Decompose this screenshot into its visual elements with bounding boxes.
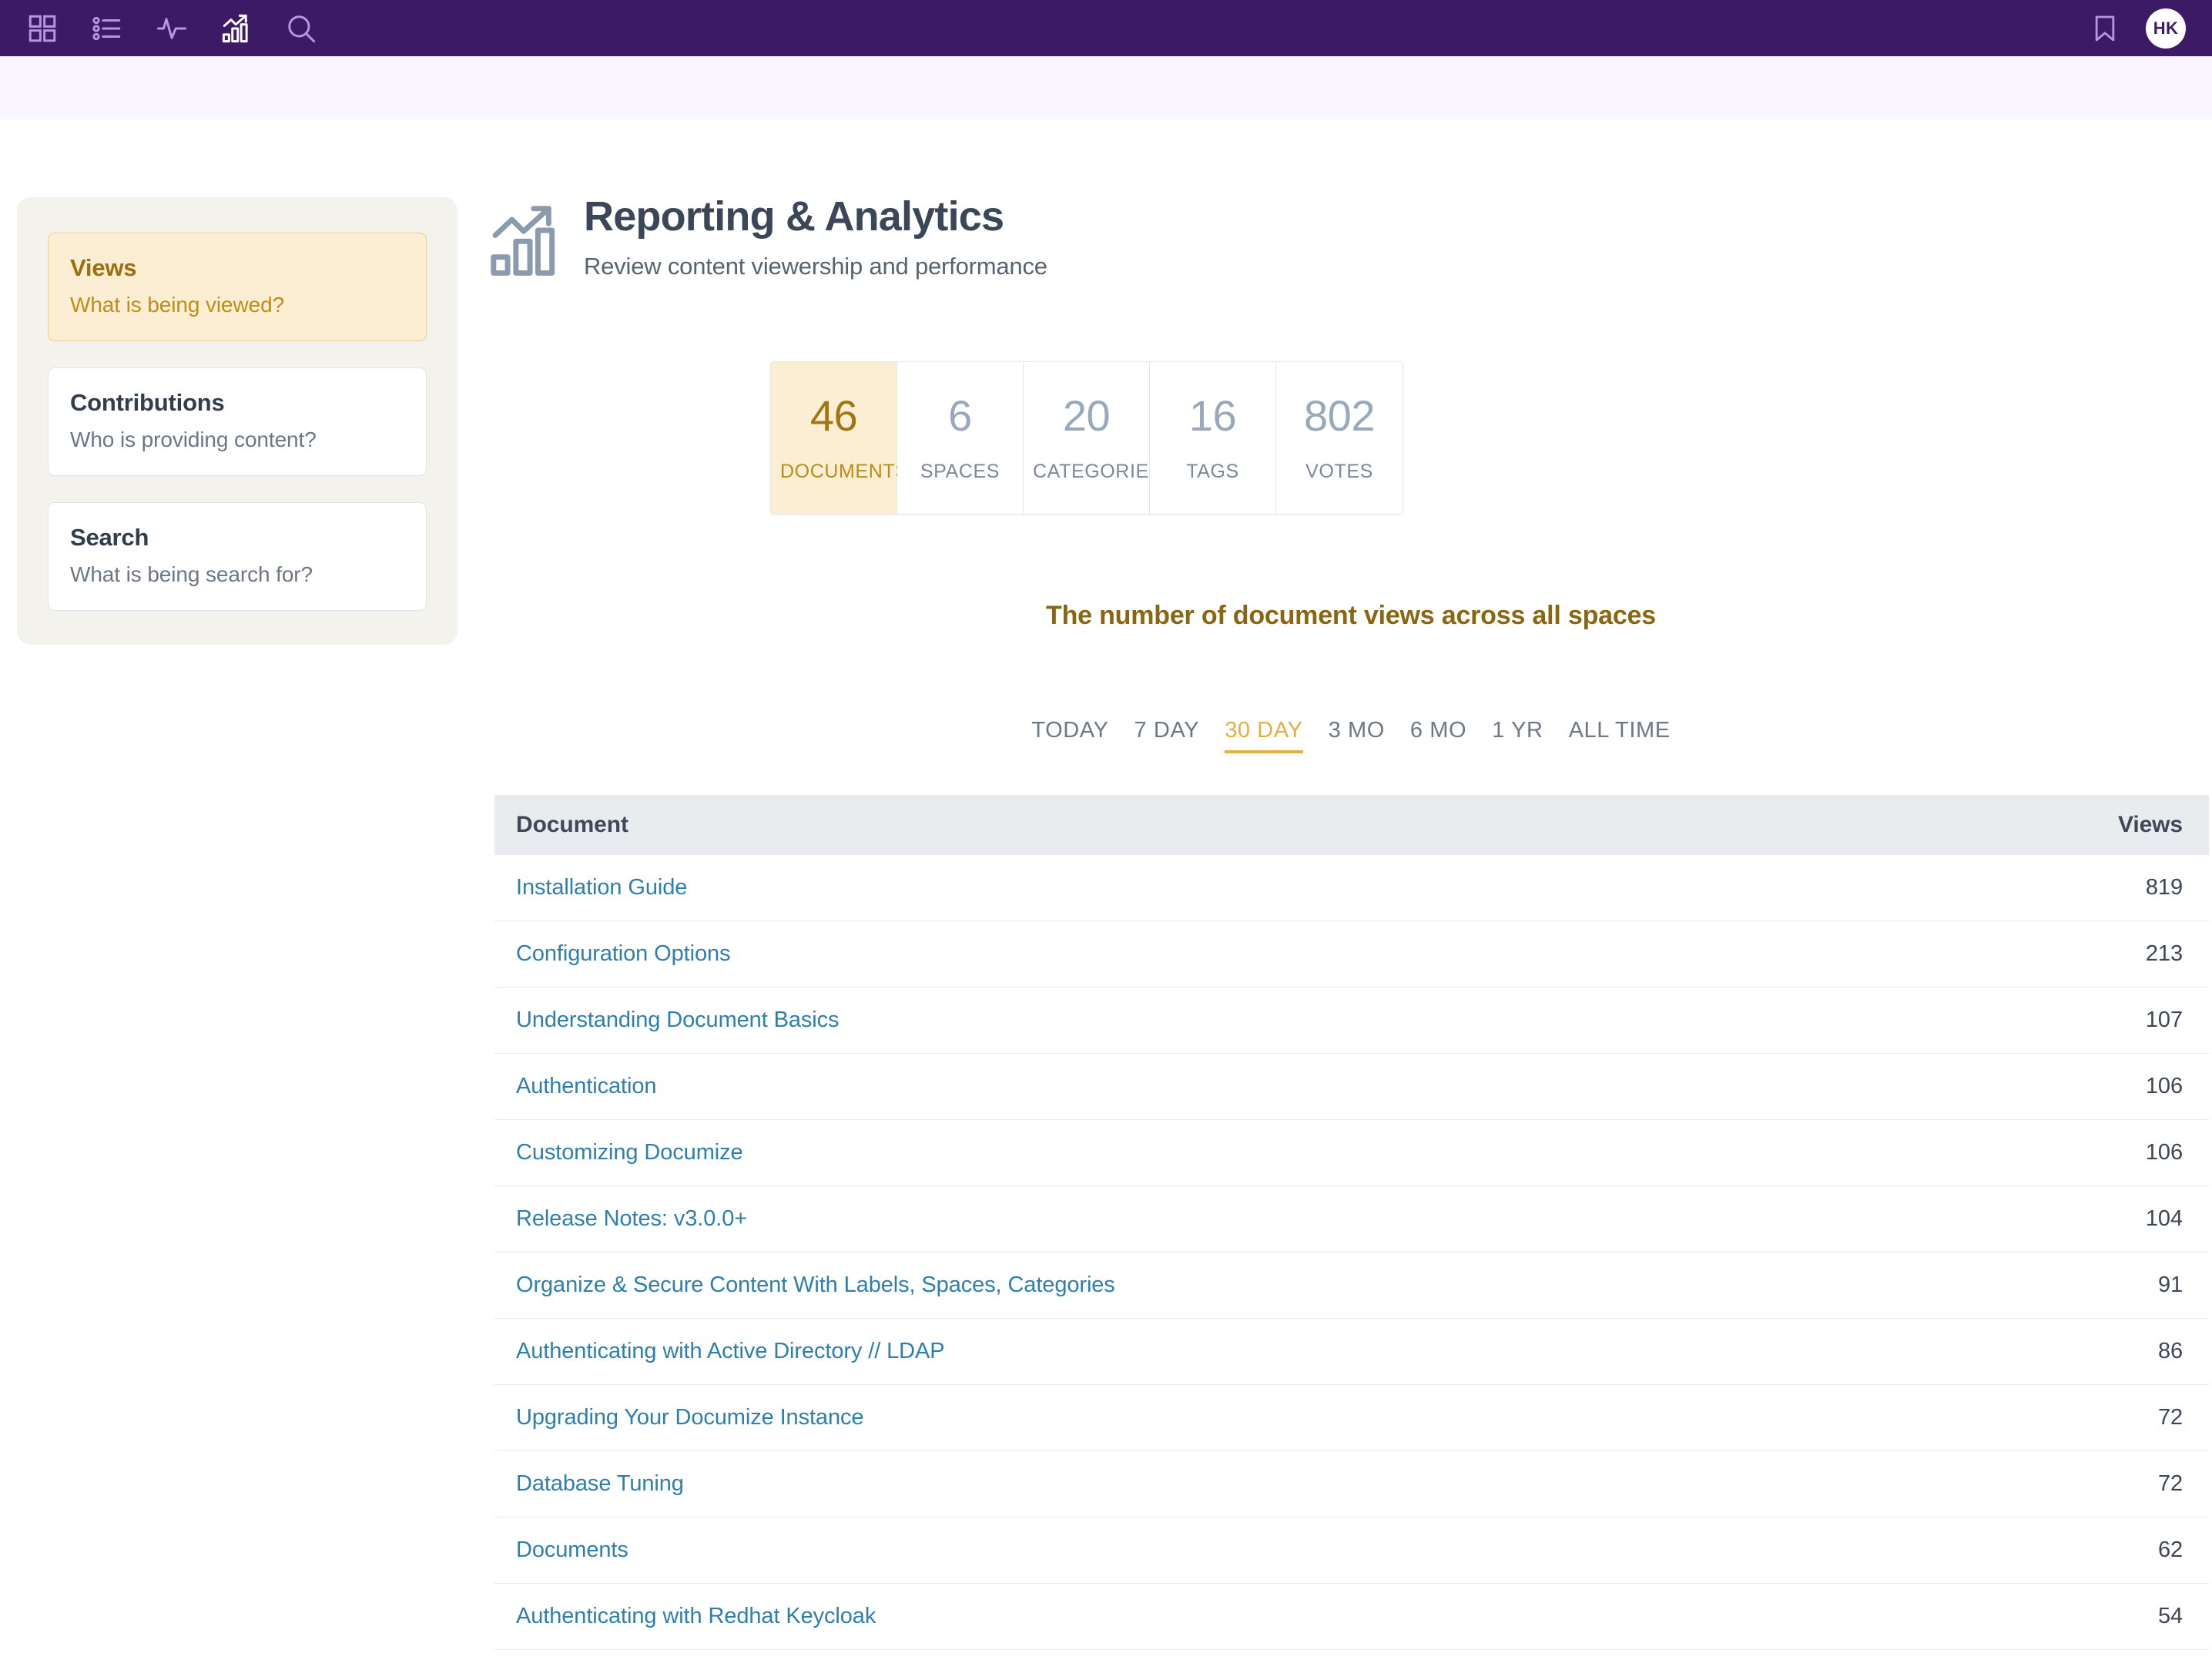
views-count: 106 [2145,1140,2183,1165]
table-header-row: Document Views [494,795,2209,855]
stat-value: 802 [1304,391,1375,440]
top-nav-icon-group [25,11,319,46]
table-row[interactable]: Authentication 106 [494,1054,2209,1120]
time-filter-1-yr[interactable]: 1 YR [1492,718,1543,753]
views-count: 91 [2157,1273,2183,1297]
sidebar-item-title: Search [70,524,149,551]
time-filter-3-mo[interactable]: 3 MO [1329,718,1385,753]
table-row[interactable]: Authenticating with Active Directory // … [494,1319,2209,1385]
table-row[interactable]: Installation Guide 819 [494,855,2209,921]
summary-stat-tiles: 46 DOCUMENTS 6 SPACES 20 CATEGORIES 16 T… [770,361,1403,515]
document-link[interactable]: Organize & Secure Content With Labels, S… [516,1273,2158,1298]
top-nav-right-group: HK [2087,8,2186,49]
document-link[interactable]: Documents [516,1538,2158,1563]
document-link[interactable]: Database Tuning [516,1471,2158,1497]
document-link[interactable]: Upgrading Your Documize Instance [516,1405,2158,1430]
column-header-views: Views [2117,812,2183,837]
column-header-document: Document [516,812,628,837]
avatar[interactable]: HK [2146,8,2186,49]
document-views-table: Document Views Installation Guide 819 Co… [494,795,2209,1650]
sidebar-item-views[interactable]: Views What is being viewed? [48,233,427,341]
stat-tile-categories[interactable]: 20 CATEGORIES [1024,362,1163,514]
document-link[interactable]: Authenticating with Active Directory // … [516,1339,2158,1364]
stat-value: 46 [809,391,858,440]
document-link[interactable]: Authentication [516,1074,2146,1099]
time-filter-30-day[interactable]: 30 DAY [1225,718,1303,753]
chart-caption: The number of document views across all … [1046,601,1656,630]
stat-tile-tags[interactable]: 16 TAGS [1150,362,1276,514]
sidebar-item-subtitle: What is being viewed? [70,293,285,317]
time-filter-6-mo[interactable]: 6 MO [1410,718,1466,753]
views-count: 819 [2145,875,2183,900]
stat-label: TAGS [1186,461,1239,482]
dashboard-grid-icon[interactable] [25,11,60,46]
views-count: 86 [2157,1339,2183,1363]
time-filter-7-day[interactable]: 7 DAY [1134,718,1200,753]
views-count: 106 [2145,1074,2183,1098]
table-row[interactable]: Customizing Documize 106 [494,1120,2209,1186]
sidebar-item-subtitle: What is being search for? [70,562,313,586]
bookmark-icon[interactable] [2087,11,2123,46]
sidebar-item-title: Views [70,254,137,281]
table-row[interactable]: Upgrading Your Documize Instance 72 [494,1385,2209,1451]
list-icon[interactable] [89,11,125,46]
sidebar-item-subtitle: Who is providing content? [70,428,317,451]
stat-tile-documents[interactable]: 46 DOCUMENTS [771,362,909,514]
document-link[interactable]: Authenticating with Redhat Keycloak [516,1604,2158,1629]
views-count: 72 [2157,1405,2183,1430]
views-count: 62 [2157,1538,2183,1562]
stat-tile-spaces[interactable]: 6 SPACES [897,362,1024,514]
stat-label: VOTES [1305,461,1373,482]
stat-label: CATEGORIES [1033,461,1163,482]
page-title: Reporting & Analytics [584,193,1004,240]
activity-pulse-icon[interactable] [154,11,189,46]
views-count: 107 [2145,1008,2183,1032]
document-link[interactable]: Customizing Documize [516,1140,2146,1165]
document-link[interactable]: Configuration Options [516,941,2146,967]
time-filter-today[interactable]: TODAY [1031,718,1108,753]
table-row[interactable]: Understanding Document Basics 107 [494,988,2209,1054]
document-link[interactable]: Release Notes: v3.0.0+ [516,1206,2146,1232]
table-row[interactable]: Organize & Secure Content With Labels, S… [494,1252,2209,1319]
sidebar-item-title: Contributions [70,389,225,416]
views-count: 54 [2157,1604,2183,1628]
time-filter-all-time[interactable]: ALL TIME [1569,718,1671,753]
top-navigation-bar: HK [0,0,2212,56]
sidebar: Views What is being viewed? Contribution… [17,197,457,645]
stat-value: 6 [948,391,972,440]
table-row[interactable]: Database Tuning 72 [494,1451,2209,1517]
stat-value: 16 [1188,391,1237,440]
table-row[interactable]: Configuration Options 213 [494,921,2209,988]
views-count: 213 [2145,941,2183,966]
sidebar-item-contributions[interactable]: Contributions Who is providing content? [48,367,427,476]
views-count: 104 [2145,1206,2183,1231]
table-row[interactable]: Release Notes: v3.0.0+ 104 [494,1186,2209,1252]
table-row[interactable]: Documents 62 [494,1517,2209,1584]
stat-label: SPACES [920,461,1000,482]
sidebar-item-search[interactable]: Search What is being search for? [48,502,427,611]
document-link[interactable]: Installation Guide [516,875,2146,900]
analytics-bar-chart-icon[interactable] [219,11,254,46]
secondary-bar [0,56,2212,119]
analytics-bar-chart-icon [485,200,565,284]
search-icon[interactable] [283,11,319,46]
time-range-filter: TODAY 7 DAY 30 DAY 3 MO 6 MO 1 YR ALL TI… [490,718,2212,753]
stat-value: 20 [1062,391,1111,440]
page-subtitle: Review content viewership and performanc… [584,253,1047,280]
stat-label: DOCUMENTS [780,461,909,482]
page-header: Reporting & Analytics Review content vie… [490,193,1047,284]
views-count: 72 [2157,1471,2183,1496]
table-row[interactable]: Authenticating with Redhat Keycloak 54 [494,1584,2209,1650]
document-link[interactable]: Understanding Document Basics [516,1008,2146,1033]
stat-tile-votes[interactable]: 802 VOTES [1276,362,1403,514]
